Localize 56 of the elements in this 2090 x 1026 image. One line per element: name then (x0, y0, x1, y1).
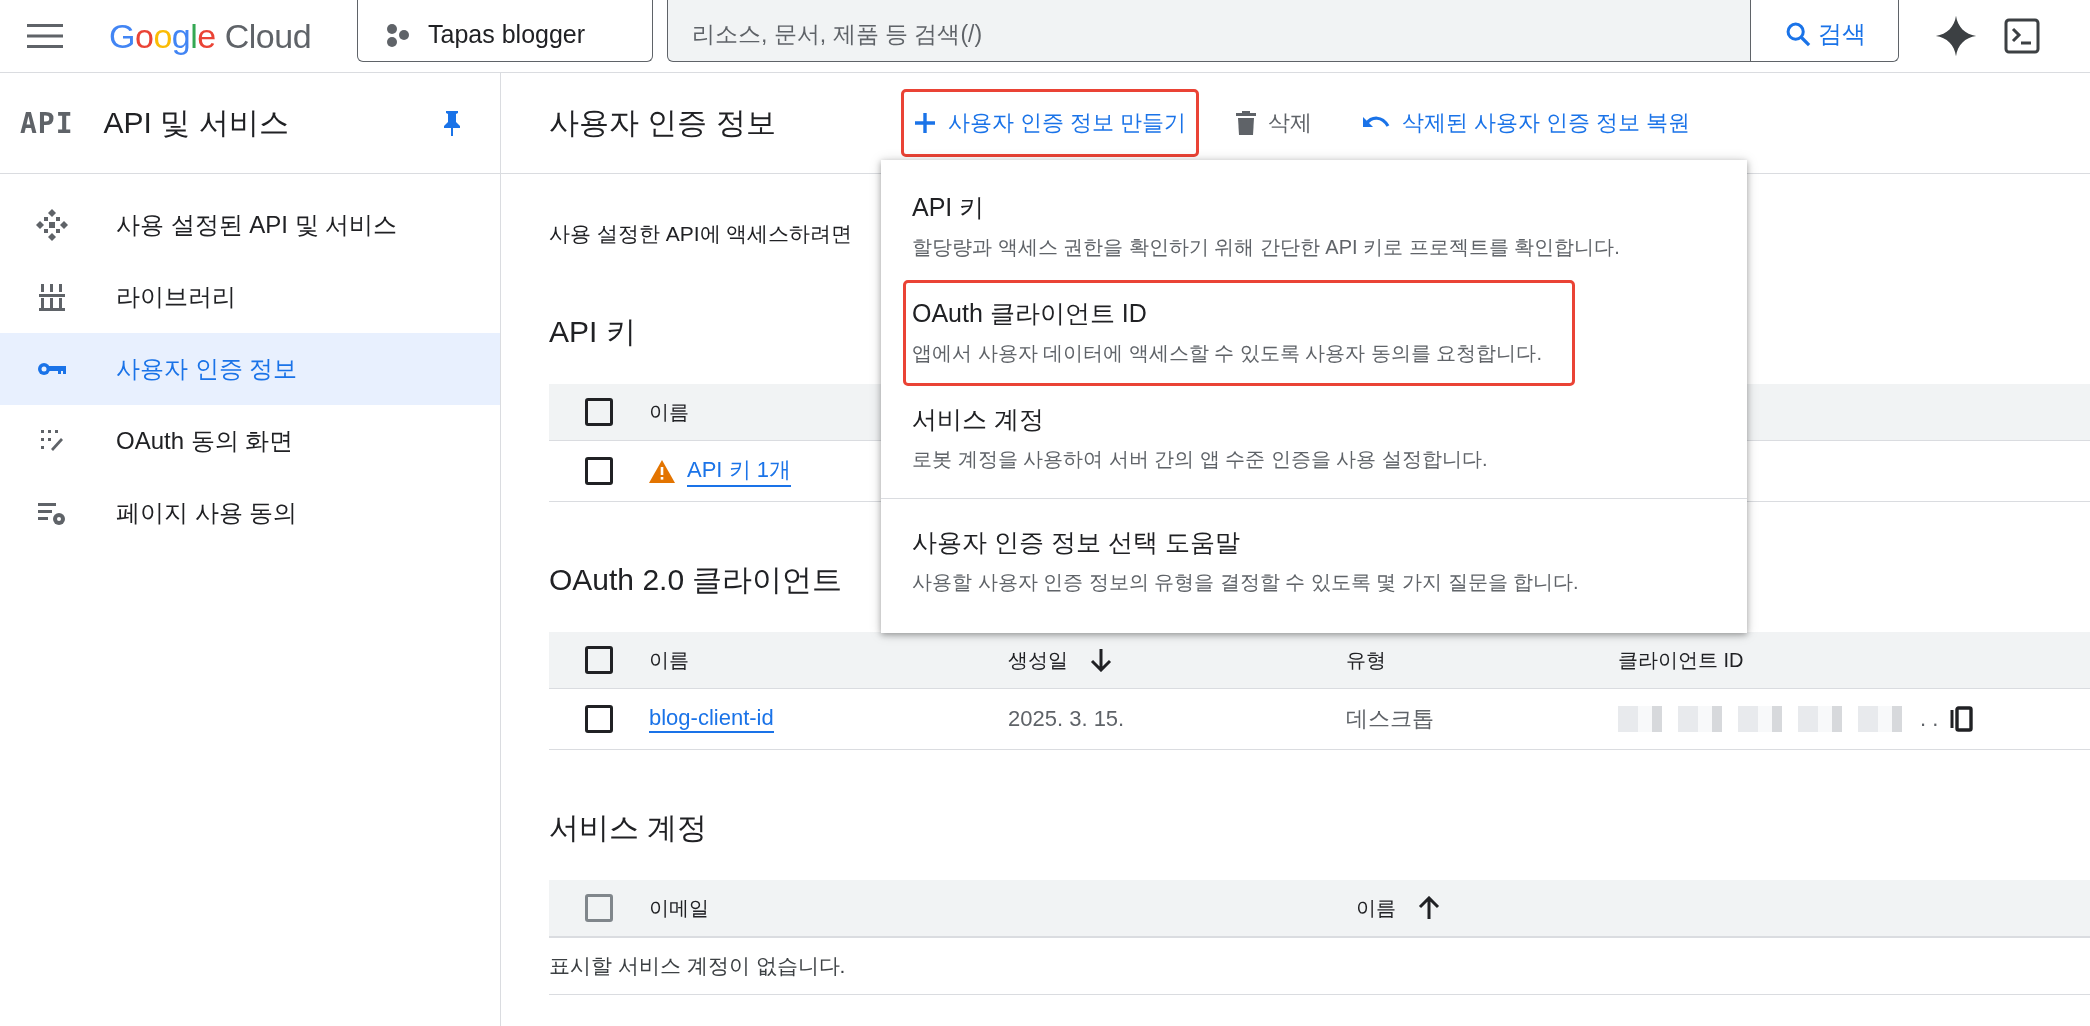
column-header[interactable]: 이름 (1356, 894, 1396, 922)
column-header[interactable]: 이름 (649, 398, 689, 426)
pin-icon[interactable] (442, 109, 462, 137)
column-header[interactable]: 이름 (649, 646, 689, 674)
plus-icon (913, 112, 936, 134)
copy-icon[interactable] (1950, 706, 1975, 732)
column-header[interactable]: 생성일 (1008, 646, 1068, 674)
section-heading: 서비스 계정 (549, 810, 708, 846)
sidebar-item[interactable]: 사용자 인증 정보 (0, 333, 500, 405)
column-header[interactable]: 이메일 (649, 894, 709, 922)
sidebar-title: API 및 서비스 (103, 104, 290, 141)
sidebar-item[interactable]: 라이브러리 (0, 261, 500, 333)
sidebar-item[interactable]: OAuth 동의 화면 (0, 405, 500, 477)
menu-item-title: 사용자 인증 정보 선택 도움말 (912, 527, 1241, 558)
checkbox[interactable] (585, 705, 613, 733)
menu-item-description: 로봇 계정을 사용하여 서버 간의 앱 수준 인증을 사용 설정합니다. (912, 447, 1488, 472)
table-cell-text: 데스크톱 (1346, 705, 1434, 733)
search-field[interactable]: 리소스, 문서, 제품 등 검색(/) 검색 (667, 0, 1900, 62)
menu-item-title: OAuth 클라이언트 ID (912, 298, 1148, 329)
section-heading: OAuth 2.0 클라이언트 (549, 562, 843, 598)
create-action-button[interactable]: 사용자 인증 정보 만들기 (900, 89, 1199, 157)
search-button[interactable]: 검색 (1750, 0, 1899, 61)
menu-item[interactable]: 서비스 계정 로봇 계정을 사용하여 서버 간의 앱 수준 인증을 사용 설정합니다. (903, 386, 1521, 492)
menu-item-title: API 키 (912, 192, 986, 223)
project-picker-button[interactable]: Tapas blogger (357, 0, 654, 62)
intro-text: 사용 설정한 API에 액세스하려면 (549, 221, 853, 247)
menu-item-description: 앱에서 사용자 데이터에 액세스할 수 있도록 사용자 동의를 요청합니다. (912, 341, 1542, 366)
empty-message: 표시할 서비스 계정이 없습니다. (549, 937, 2090, 994)
column-header[interactable]: 클라이언트 ID (1618, 646, 1744, 674)
menu-item-description: 사용할 사용자 인증 정보의 유형을 결정할 수 있도록 몇 가지 질문을 합니다. (912, 570, 1579, 595)
menu-item-description: 할당량과 액세스 권한을 확인하기 위해 간단한 API 키로 프로젝트를 확인합니다. (912, 235, 1620, 260)
google-cloud-logo[interactable]: Google Cloud (109, 16, 312, 56)
row-link[interactable]: blog-client-id (649, 705, 774, 733)
trash-icon (1236, 111, 1256, 135)
page-title: 사용자 인증 정보 (549, 104, 776, 141)
table-cell: . . (1920, 706, 1939, 732)
table-cell: 2025. 3. 15. (1008, 706, 1125, 732)
menu-icon[interactable] (27, 23, 63, 49)
api-label: API (20, 106, 74, 140)
menu-item[interactable]: API 키 할당량과 액세스 권한을 확인하기 위해 간단한 API 키로 프로젝트를 확인합니다. (903, 174, 1653, 280)
menu-item[interactable]: OAuth 클라이언트 ID 앱에서 사용자 데이터에 액세스할 수 있도록 사용자 동의를 요청합니다. (903, 280, 1575, 386)
menu-item-title: 서비스 계정 (912, 404, 1045, 435)
restore-action-button[interactable]: 삭제된 사용자 인증 정보 복원 (1349, 89, 1704, 157)
arrow-down-icon[interactable] (1090, 648, 1112, 672)
column-header[interactable]: 유형 (1346, 646, 1386, 674)
checkbox[interactable] (585, 398, 613, 426)
terminal-icon[interactable] (2004, 18, 2041, 54)
sidebar-item[interactable]: 사용 설정된 API 및 서비스 (0, 189, 500, 261)
section-heading: API 키 (549, 314, 636, 350)
row-link[interactable]: API 키 1개 (687, 455, 791, 487)
delete-action-button[interactable]: 삭제 (1223, 89, 1325, 157)
checkbox[interactable] (585, 646, 613, 674)
arrow-up-icon[interactable] (1418, 896, 1440, 920)
sidebar-item[interactable]: 페이지 사용 동의 (0, 477, 500, 549)
menu-item[interactable]: 사용자 인증 정보 선택 도움말 사용할 사용자 인증 정보의 유형을 결정할 수 있도록 몇 가지 질문을 합니다. (903, 509, 1612, 615)
checkbox[interactable] (585, 457, 613, 485)
